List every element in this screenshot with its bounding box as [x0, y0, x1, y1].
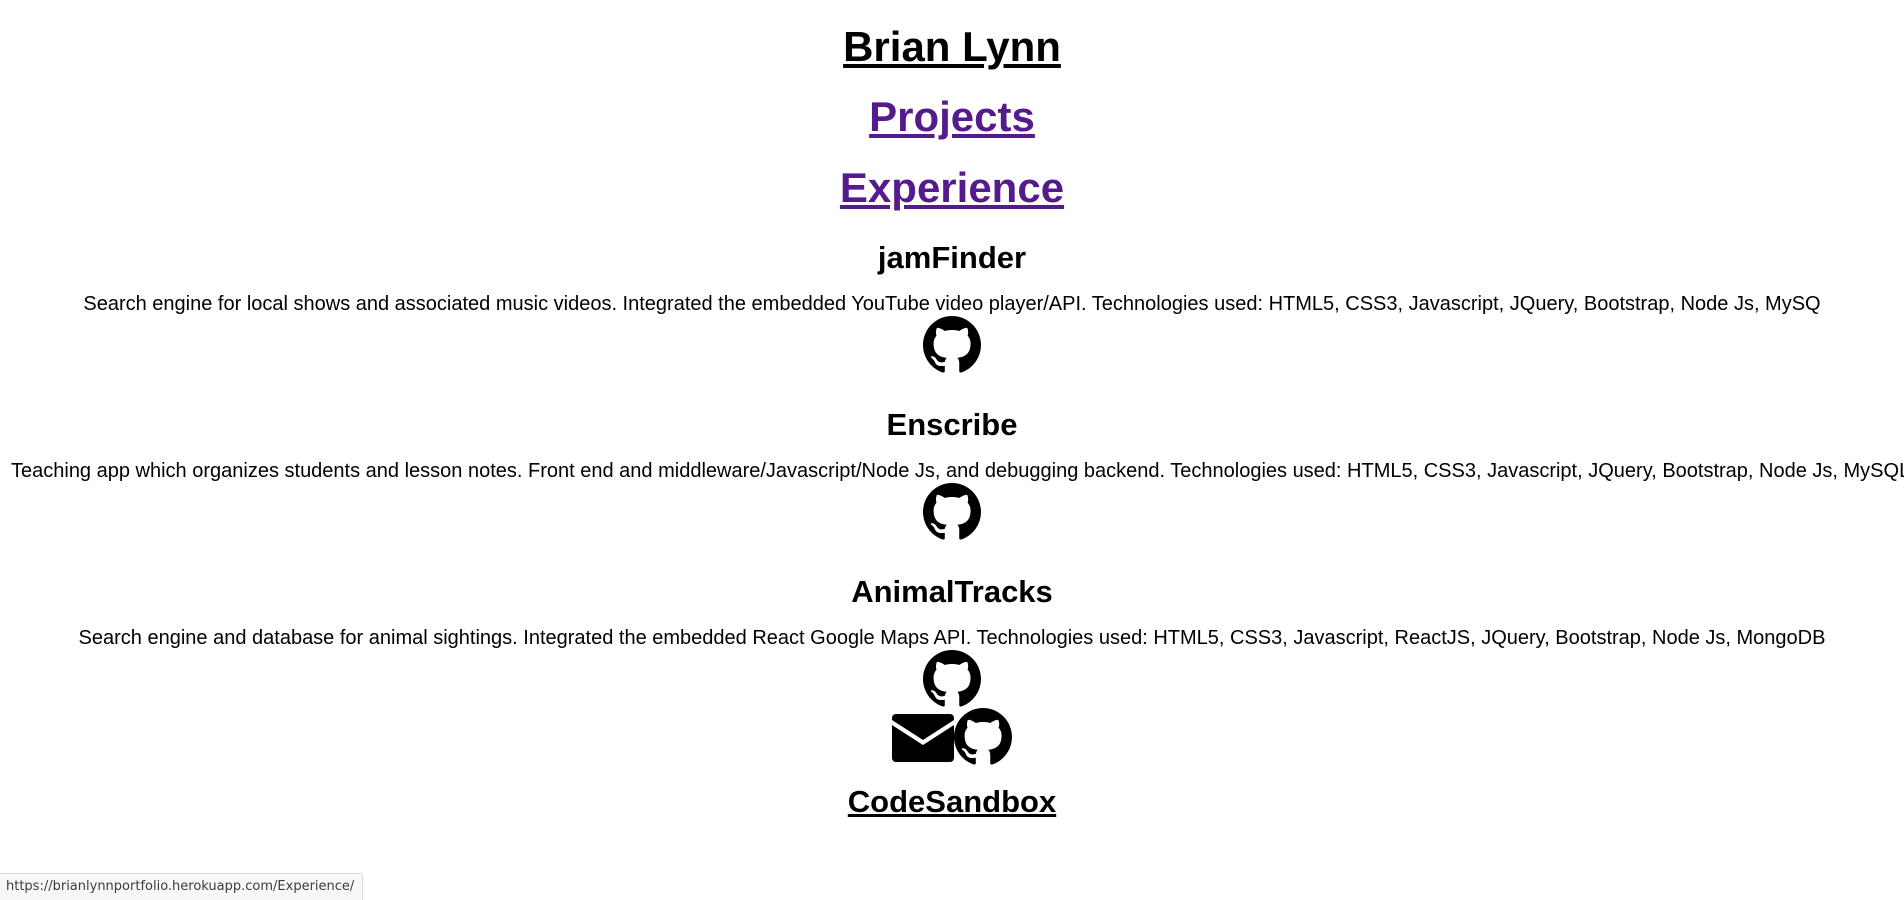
codesandbox-link[interactable]: CodeSandbox: [848, 784, 1056, 819]
project-description: Teaching app which organizes students an…: [11, 460, 1904, 482]
footer: CodeSandbox: [0, 782, 1904, 822]
projects-link[interactable]: Projects: [869, 93, 1035, 140]
github-icon[interactable]: [954, 708, 1012, 766]
github-icon[interactable]: [923, 650, 981, 708]
portfolio-page: Brian Lynn Projects Experience jamFinder…: [0, 0, 1904, 900]
contact-icons: [0, 708, 1904, 766]
project-title: Enscribe: [886, 407, 1018, 442]
nav-experience: Experience: [0, 143, 1904, 214]
project-card: jamFinder Search engine for local shows …: [0, 214, 1904, 381]
experience-link[interactable]: Experience: [840, 164, 1064, 211]
project-title: AnimalTracks: [851, 574, 1053, 609]
github-icon[interactable]: [923, 483, 981, 541]
envelope-icon[interactable]: [892, 714, 954, 762]
home-link[interactable]: Brian Lynn: [843, 23, 1061, 70]
nav-projects: Projects: [0, 72, 1904, 143]
project-description: Search engine and database for animal si…: [78, 627, 1826, 649]
site-title: Brian Lynn: [0, 0, 1904, 72]
project-description: Search engine for local shows and associ…: [83, 293, 1821, 315]
project-card: AnimalTracks Search engine and database …: [0, 548, 1904, 708]
project-card: Enscribe Teaching app which organizes st…: [0, 381, 1904, 548]
project-title: jamFinder: [877, 240, 1027, 275]
github-icon[interactable]: [923, 316, 981, 374]
status-bar-url: https://brianlynnportfolio.herokuapp.com…: [0, 873, 364, 900]
